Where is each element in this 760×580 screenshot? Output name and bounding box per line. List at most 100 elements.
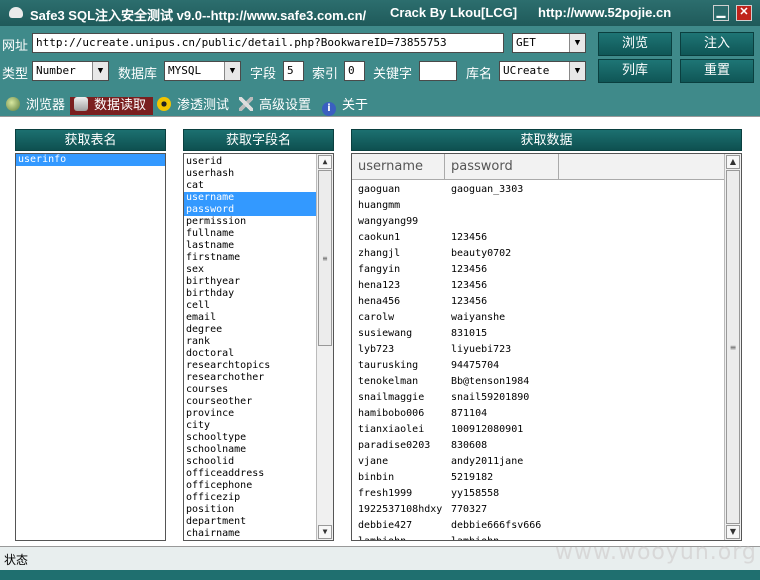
- column-header-password[interactable]: password: [445, 154, 559, 180]
- field-list-item[interactable]: fullname: [184, 228, 316, 240]
- close-button[interactable]: ✕: [736, 5, 752, 21]
- username-cell: hamibobo006: [358, 408, 425, 419]
- table-row[interactable]: huangmm: [352, 198, 741, 214]
- tab-data-read[interactable]: 数据读取: [70, 97, 153, 115]
- field-list-item[interactable]: position: [184, 504, 316, 516]
- minimize-button[interactable]: ▁: [713, 5, 729, 21]
- table-row[interactable]: tenokelman Bb@tenson1984: [352, 374, 741, 390]
- bottom-strip: [0, 570, 760, 580]
- scroll-down-icon[interactable]: ▼: [318, 525, 332, 539]
- scroll-down-icon[interactable]: ▼: [726, 525, 740, 539]
- tab-browser[interactable]: 浏览器: [2, 97, 68, 115]
- url-input[interactable]: http://ucreate.unipus.cn/public/detail.p…: [32, 33, 504, 53]
- fields-scrollbar[interactable]: ▲ ≡ ▼: [316, 154, 333, 540]
- table-row[interactable]: caokun1 123456: [352, 230, 741, 246]
- tab-penetration-test[interactable]: 渗透测试: [155, 97, 235, 115]
- list-db-button[interactable]: 列库: [598, 59, 672, 83]
- field-list-item[interactable]: degree: [184, 324, 316, 336]
- field-list-item[interactable]: department: [184, 516, 316, 528]
- table-row[interactable]: 1922537108hdxy 770327: [352, 502, 741, 518]
- table-row[interactable]: fresh1999 yy158558: [352, 486, 741, 502]
- field-list-item[interactable]: doctoral: [184, 348, 316, 360]
- fields-list[interactable]: userid userhash cat username password permiss…: [183, 153, 334, 541]
- radiation-icon: [157, 97, 171, 111]
- column-header-username[interactable]: username: [352, 154, 445, 180]
- table-row[interactable]: snailmaggie snail59201890: [352, 390, 741, 406]
- table-row[interactable]: zhangjl beauty0702: [352, 246, 741, 262]
- keyword-input[interactable]: [419, 61, 457, 81]
- method-select[interactable]: GET ▼: [512, 33, 586, 53]
- tab-advanced-settings[interactable]: 高级设置: [237, 97, 317, 115]
- field-list-item[interactable]: courses: [184, 384, 316, 396]
- field-list-item[interactable]: officephone: [184, 480, 316, 492]
- table-row[interactable]: hamibobo006 871104: [352, 406, 741, 422]
- password-cell: gaoguan_3303: [451, 184, 524, 195]
- table-row[interactable]: lyb723 liyuebi723: [352, 342, 741, 358]
- table-row[interactable]: hena456 123456: [352, 294, 741, 310]
- table-row[interactable]: tianxiaolei 100912080901: [352, 422, 741, 438]
- table-row[interactable]: paradise0203 830608: [352, 438, 741, 454]
- field-list-item[interactable]: officezip: [184, 492, 316, 504]
- field-list-item[interactable]: email: [184, 312, 316, 324]
- table-row[interactable]: fangyin 123456: [352, 262, 741, 278]
- field-list-item[interactable]: schoolname: [184, 444, 316, 456]
- dbname-select[interactable]: UCreate ▼: [499, 61, 586, 81]
- field-list-item[interactable]: officeaddress: [184, 468, 316, 480]
- field-list-item[interactable]: username: [184, 192, 316, 204]
- chevron-down-icon: ▼: [92, 62, 108, 80]
- db-select[interactable]: MYSQL ▼: [164, 61, 241, 81]
- password-cell: 123456: [451, 280, 488, 291]
- inject-button[interactable]: 注入: [680, 32, 754, 56]
- scroll-thumb[interactable]: ≡: [726, 170, 740, 524]
- password-cell: lambiohn: [451, 534, 499, 540]
- table-list-item[interactable]: userinfo: [16, 154, 165, 166]
- data-grid[interactable]: username password gaoguan gaoguan_3303 hua…: [351, 153, 742, 541]
- table-row[interactable]: taurusking 94475704: [352, 358, 741, 374]
- field-list-item[interactable]: schooltype: [184, 432, 316, 444]
- field-list-item[interactable]: lastname: [184, 240, 316, 252]
- table-row[interactable]: gaoguan gaoguan_3303: [352, 182, 741, 198]
- field-list-item[interactable]: cell: [184, 300, 316, 312]
- table-row[interactable]: wangyang99: [352, 214, 741, 230]
- scroll-up-icon[interactable]: ▲: [318, 155, 332, 169]
- field-list-item[interactable]: researchother: [184, 372, 316, 384]
- data-scrollbar[interactable]: ▲ ≡ ▼: [724, 154, 741, 540]
- field-list-item[interactable]: schoolid: [184, 456, 316, 468]
- table-row[interactable]: binbin 5219182: [352, 470, 741, 486]
- type-select[interactable]: Number ▼: [32, 61, 109, 81]
- table-row[interactable]: hena123 123456: [352, 278, 741, 294]
- field-list-item[interactable]: password: [184, 204, 316, 216]
- scroll-up-icon[interactable]: ▲: [726, 155, 740, 169]
- tab-about[interactable]: i 关于: [320, 97, 372, 116]
- field-list-item[interactable]: courseother: [184, 396, 316, 408]
- app-title: Safe3 SQL注入安全测试 v9.0--http://www.safe3.c…: [30, 8, 367, 23]
- table-row[interactable]: carolw waiyanshe: [352, 310, 741, 326]
- tools-icon: [239, 97, 253, 111]
- field-list-item[interactable]: birthyear: [184, 276, 316, 288]
- chevron-down-icon: ▼: [569, 62, 585, 80]
- field-list-item[interactable]: permission: [184, 216, 316, 228]
- field-list-item[interactable]: province: [184, 408, 316, 420]
- field-list-item[interactable]: userhash: [184, 168, 316, 180]
- table-row[interactable]: susiewang 831015: [352, 326, 741, 342]
- table-row[interactable]: debbie427 debbie666fsv666: [352, 518, 741, 534]
- browse-button[interactable]: 浏览: [598, 32, 672, 56]
- type-value: Number: [36, 64, 76, 77]
- field-list-item[interactable]: userid: [184, 156, 316, 168]
- field-list-item[interactable]: rank: [184, 336, 316, 348]
- field-list-item[interactable]: birthday: [184, 288, 316, 300]
- field-list-item[interactable]: cat: [184, 180, 316, 192]
- field-list-item[interactable]: chairname: [184, 528, 316, 540]
- table-row[interactable]: vjane andy2011jane: [352, 454, 741, 470]
- field-list-item[interactable]: researchtopics: [184, 360, 316, 372]
- tables-list[interactable]: userinfo: [15, 153, 166, 541]
- field-list-item[interactable]: sex: [184, 264, 316, 276]
- field-count-input[interactable]: 5: [283, 61, 304, 81]
- index-input[interactable]: 0: [344, 61, 365, 81]
- reset-button[interactable]: 重置: [680, 59, 754, 83]
- scroll-thumb[interactable]: ≡: [318, 170, 332, 346]
- field-list-item[interactable]: firstname: [184, 252, 316, 264]
- field-list-item[interactable]: city: [184, 420, 316, 432]
- username-cell: paradise0203: [358, 440, 431, 451]
- tables-header: 获取表名: [15, 129, 166, 151]
